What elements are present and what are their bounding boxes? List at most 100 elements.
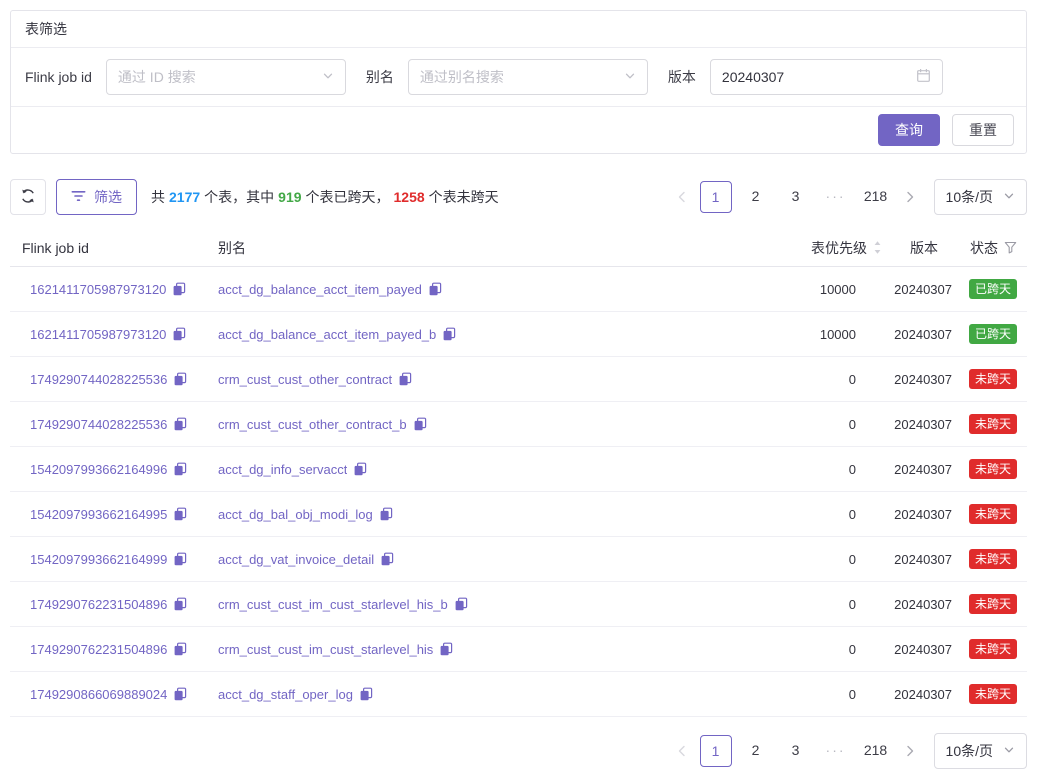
copy-icon[interactable] bbox=[173, 372, 187, 386]
page-size-select[interactable]: 10条/页 bbox=[934, 179, 1027, 215]
alias-link[interactable]: acct_dg_balance_acct_item_payed_b bbox=[218, 327, 436, 342]
flink-job-id-link[interactable]: 1621411705987973120 bbox=[30, 282, 166, 297]
sort-icon[interactable] bbox=[873, 240, 882, 255]
page-button-3[interactable]: 3 bbox=[780, 735, 812, 767]
copy-icon[interactable] bbox=[398, 372, 412, 386]
prev-page-button[interactable] bbox=[668, 181, 696, 213]
alias-link[interactable]: acct_dg_bal_obj_modi_log bbox=[218, 507, 373, 522]
query-button[interactable]: 查询 bbox=[878, 114, 940, 146]
flink-job-id-link[interactable]: 1542097993662164996 bbox=[30, 462, 167, 477]
pagination-top: 1 2 3 ··· 218 10条/页 bbox=[668, 179, 1027, 215]
copy-icon[interactable] bbox=[173, 597, 187, 611]
copy-icon[interactable] bbox=[454, 597, 468, 611]
copy-icon[interactable] bbox=[173, 507, 187, 521]
version-value: 20240307 bbox=[882, 597, 952, 612]
flink-job-id-link[interactable]: 1749290866069889024 bbox=[30, 687, 167, 702]
copy-icon[interactable] bbox=[172, 282, 186, 296]
header-status-label: 状态 bbox=[970, 238, 998, 258]
filter-fields-row: Flink job id 通过 ID 搜索 别名 通过别名搜索 版本 20240… bbox=[11, 48, 1026, 107]
alias-link[interactable]: crm_cust_cust_im_cust_starlevel_his_b bbox=[218, 597, 448, 612]
page-ellipsis[interactable]: ··· bbox=[820, 735, 852, 767]
reset-button[interactable]: 重置 bbox=[952, 114, 1014, 146]
copy-icon[interactable] bbox=[173, 642, 187, 656]
alias-label: 别名 bbox=[366, 67, 394, 87]
priority-value: 0 bbox=[732, 507, 882, 522]
page-button-3[interactable]: 3 bbox=[780, 181, 812, 213]
version-value: 20240307 bbox=[882, 552, 952, 567]
copy-icon[interactable] bbox=[173, 462, 187, 476]
next-page-button[interactable] bbox=[896, 735, 924, 767]
version-date-input[interactable]: 20240307 bbox=[710, 59, 943, 95]
flink-job-id-link[interactable]: 1621411705987973120 bbox=[30, 327, 166, 342]
prev-page-button[interactable] bbox=[668, 735, 696, 767]
table-row: 1749290744028225536 crm_cust_cust_other_… bbox=[10, 402, 1027, 447]
copy-icon[interactable] bbox=[173, 687, 187, 701]
copy-icon[interactable] bbox=[173, 417, 187, 431]
alias-link[interactable]: acct_dg_staff_oper_log bbox=[218, 687, 353, 702]
alias-link[interactable]: acct_dg_info_servacct bbox=[218, 462, 347, 477]
bottom-pagination-wrap: 1 2 3 ··· 218 10条/页 bbox=[10, 733, 1027, 769]
refresh-icon bbox=[20, 188, 36, 207]
alias-link[interactable]: crm_cust_cust_other_contract bbox=[218, 372, 392, 387]
priority-value: 0 bbox=[732, 687, 882, 702]
alias-select[interactable]: 通过别名搜索 bbox=[408, 59, 648, 95]
page-button-last[interactable]: 218 bbox=[860, 181, 892, 213]
chevron-down-icon bbox=[624, 69, 636, 85]
summary-crossed-count: 919 bbox=[278, 189, 301, 205]
page-button-1[interactable]: 1 bbox=[700, 735, 732, 767]
flink-job-id-link[interactable]: 1749290762231504896 bbox=[30, 597, 167, 612]
flink-job-id-link[interactable]: 1749290744028225536 bbox=[30, 417, 167, 432]
page: 表筛选 Flink job id 通过 ID 搜索 别名 通过别名搜索 版本 2… bbox=[0, 10, 1037, 777]
copy-icon[interactable] bbox=[379, 507, 393, 521]
copy-icon[interactable] bbox=[428, 282, 442, 296]
priority-value: 10000 bbox=[732, 282, 882, 297]
status-badge: 已跨天 bbox=[969, 279, 1017, 299]
copy-icon[interactable] bbox=[439, 642, 453, 656]
copy-icon[interactable] bbox=[353, 462, 367, 476]
copy-icon[interactable] bbox=[413, 417, 427, 431]
flink-job-id-link[interactable]: 1542097993662164999 bbox=[30, 552, 167, 567]
alias-link[interactable]: acct_dg_vat_invoice_detail bbox=[218, 552, 374, 567]
version-value: 20240307 bbox=[882, 507, 952, 522]
copy-icon[interactable] bbox=[359, 687, 373, 701]
version-value: 20240307 bbox=[882, 372, 952, 387]
copy-icon[interactable] bbox=[442, 327, 456, 341]
filter-toggle-button[interactable]: 筛选 bbox=[56, 179, 137, 215]
page-size-select[interactable]: 10条/页 bbox=[934, 733, 1027, 769]
header-version: 版本 bbox=[882, 238, 952, 258]
filter-actions-row: 查询 重置 bbox=[11, 107, 1026, 153]
filter-funnel-icon[interactable] bbox=[1004, 241, 1017, 254]
flink-job-id-link[interactable]: 1749290762231504896 bbox=[30, 642, 167, 657]
copy-icon[interactable] bbox=[173, 552, 187, 566]
version-value: 20240307 bbox=[882, 687, 952, 702]
refresh-button[interactable] bbox=[10, 179, 46, 215]
flink-job-id-placeholder: 通过 ID 搜索 bbox=[118, 67, 196, 87]
priority-value: 0 bbox=[732, 372, 882, 387]
header-priority[interactable]: 表优先级 bbox=[732, 238, 882, 258]
next-page-button[interactable] bbox=[896, 181, 924, 213]
status-badge: 未跨天 bbox=[969, 369, 1017, 389]
calendar-icon bbox=[916, 68, 931, 86]
flink-job-id-link[interactable]: 1749290744028225536 bbox=[30, 372, 167, 387]
page-button-last[interactable]: 218 bbox=[860, 735, 892, 767]
page-ellipsis[interactable]: ··· bbox=[820, 181, 852, 213]
pagination-bottom: 1 2 3 ··· 218 10条/页 bbox=[668, 733, 1027, 769]
priority-value: 0 bbox=[732, 462, 882, 477]
alias-link[interactable]: crm_cust_cust_other_contract_b bbox=[218, 417, 407, 432]
flink-job-id-link[interactable]: 1542097993662164995 bbox=[30, 507, 167, 522]
page-button-2[interactable]: 2 bbox=[740, 735, 772, 767]
alias-link[interactable]: acct_dg_balance_acct_item_payed bbox=[218, 282, 422, 297]
copy-icon[interactable] bbox=[380, 552, 394, 566]
page-button-2[interactable]: 2 bbox=[740, 181, 772, 213]
summary-part4: 个表未跨天 bbox=[429, 189, 499, 205]
page-button-1[interactable]: 1 bbox=[700, 181, 732, 213]
chevron-down-icon bbox=[1003, 743, 1015, 759]
priority-value: 0 bbox=[732, 642, 882, 657]
copy-icon[interactable] bbox=[172, 327, 186, 341]
version-value: 20240307 bbox=[882, 327, 952, 342]
table-body: 1621411705987973120 acct_dg_balance_acct… bbox=[10, 267, 1027, 717]
summary-not-crossed-count: 1258 bbox=[394, 189, 425, 205]
alias-link[interactable]: crm_cust_cust_im_cust_starlevel_his bbox=[218, 642, 433, 657]
priority-value: 0 bbox=[732, 597, 882, 612]
flink-job-id-select[interactable]: 通过 ID 搜索 bbox=[106, 59, 346, 95]
